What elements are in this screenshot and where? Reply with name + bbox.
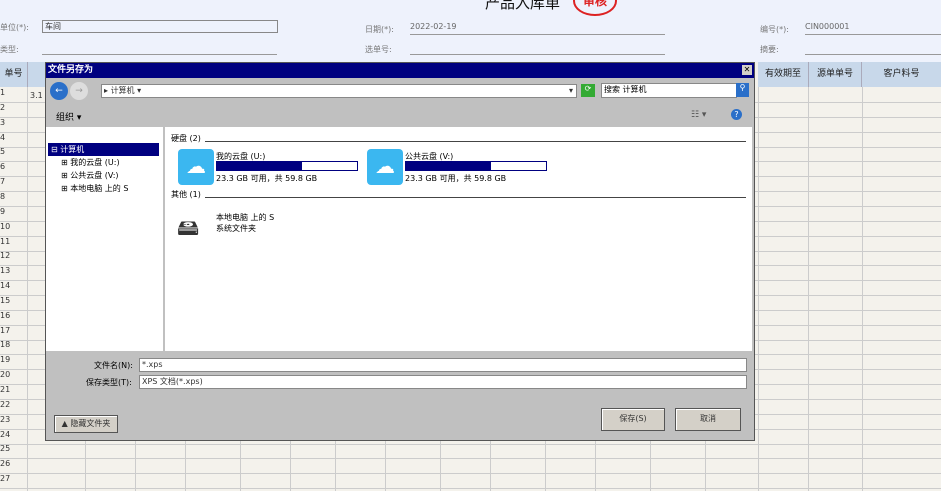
- search-input[interactable]: 搜索 计算机: [601, 83, 737, 98]
- row-number: 18: [0, 340, 11, 350]
- tree-label: 我的云盘 (U:): [70, 158, 120, 167]
- tree-item[interactable]: ⊞ 本地电脑 上的 S: [58, 182, 131, 195]
- back-icon[interactable]: ←: [50, 82, 68, 100]
- unit-field[interactable]: 车间: [42, 20, 278, 33]
- row-number: 11: [0, 236, 11, 246]
- tree-item[interactable]: ⊞ 公共云盘 (V:): [58, 169, 122, 182]
- date-label: 日期(*):: [365, 25, 394, 34]
- system-folder-icon: 🖴: [177, 216, 200, 241]
- row-number: 22: [0, 399, 11, 409]
- row-number: 25: [0, 444, 11, 454]
- row-number: 10: [0, 221, 11, 231]
- row-number: 17: [0, 325, 11, 335]
- row-number: 19: [0, 355, 11, 365]
- row-number: 15: [0, 295, 11, 305]
- tree-label: 公共云盘 (V:): [70, 171, 119, 180]
- select-label: 选单号:: [365, 45, 392, 54]
- row-number: 14: [0, 281, 11, 291]
- group-other: 其他 (1): [171, 190, 205, 199]
- header-source: 源单单号: [809, 62, 862, 87]
- dialog-title: 文件另存为: [48, 65, 94, 75]
- unit-label: 单位(*):: [0, 23, 29, 32]
- save-button[interactable]: 保存(S): [601, 408, 665, 431]
- drive-info: 23.3 GB 可用，共 59.8 GB: [405, 174, 507, 183]
- row-number: 12: [0, 251, 11, 261]
- nav-tree: ⊟ 计算机 ⊞ 我的云盘 (U:) ⊞ 公共云盘 (V:) ⊞ 本地电脑 上的 S: [46, 127, 163, 351]
- hide-folders-button[interactable]: ▲ 隐藏文件夹: [54, 415, 118, 433]
- select-field[interactable]: [410, 42, 665, 55]
- row-number: 6: [0, 162, 6, 172]
- row-number: 24: [0, 429, 11, 439]
- view-icon[interactable]: ☷ ▾: [691, 110, 706, 120]
- row-number: 23: [0, 414, 11, 424]
- row-number: 26: [0, 459, 11, 469]
- row-number: 3: [0, 117, 6, 127]
- search-icon[interactable]: ⚲: [736, 83, 749, 97]
- filename-input[interactable]: *.xps: [139, 358, 747, 372]
- cancel-button[interactable]: 取消: [675, 408, 741, 431]
- filename-label: 文件名(N):: [94, 361, 133, 370]
- save-as-dialog: 文件另存为 ✕ ← → ▸ 计算机 ▾ ▾ ⟳ 搜索 计算机 ⚲ 组织 ▾ ☷ ▾…: [45, 62, 755, 441]
- summary-field[interactable]: [805, 42, 941, 55]
- row-number: 21: [0, 385, 11, 394]
- table-row[interactable]: 25: [0, 444, 941, 460]
- organize-label: 组织: [56, 113, 75, 123]
- tree-item[interactable]: ⊞ 我的云盘 (U:): [58, 156, 123, 169]
- tree-label: 本地电脑 上的 S: [70, 184, 129, 193]
- drive-item[interactable]: ☁ 公共云盘 (V:) 23.3 GB 可用，共 59.8 GB: [367, 149, 552, 185]
- header-no: 单号: [0, 62, 28, 87]
- type-label: 类型:: [0, 45, 19, 54]
- tree-label: 计算机: [60, 145, 85, 154]
- table-row[interactable]: 27: [0, 474, 941, 490]
- drive-info: 23.3 GB 可用，共 59.8 GB: [216, 174, 318, 183]
- filetype-select[interactable]: XPS 文档(*.xps): [139, 375, 747, 389]
- no-field[interactable]: CIN000001: [805, 22, 941, 35]
- row-number: 20: [0, 370, 11, 380]
- address-bar[interactable]: ▸ 计算机 ▾ ▾: [101, 84, 577, 98]
- organize-menu[interactable]: 组织 ▾: [56, 110, 81, 123]
- row-number: 1: [0, 88, 6, 97]
- drive-usage-bar: [216, 161, 358, 171]
- row-number: 16: [0, 310, 11, 320]
- filetype-label: 保存类型(T):: [86, 378, 132, 387]
- row-number: 5: [0, 147, 6, 157]
- header-customer-code: 客户料号: [862, 62, 941, 87]
- date-field[interactable]: 2022-02-19: [410, 22, 665, 35]
- row-number: 13: [0, 266, 11, 276]
- row-number: 8: [0, 191, 6, 201]
- row-number: 4: [0, 132, 6, 142]
- page-title: 产品入库单: [485, 0, 561, 12]
- drive-usage-bar: [405, 161, 547, 171]
- table-row[interactable]: 26: [0, 459, 941, 475]
- file-view: 硬盘 (2) ☁ 我的云盘 (U:) 23.3 GB 可用，共 59.8 GB ☁ 公共…: [165, 127, 752, 351]
- cloud-drive-icon: ☁: [178, 149, 214, 185]
- header-expiry: 有效期至: [758, 62, 809, 87]
- row-number: 9: [0, 206, 6, 216]
- help-icon[interactable]: ?: [731, 109, 742, 120]
- no-label: 编号(*):: [760, 25, 789, 34]
- other-sub: 系统文件夹: [216, 224, 256, 233]
- hide-folders-label: 隐藏文件夹: [70, 419, 111, 428]
- refresh-icon[interactable]: ⟳: [581, 84, 595, 97]
- row-number: 7: [0, 177, 6, 187]
- drive-item[interactable]: ☁ 我的云盘 (U:) 23.3 GB 可用，共 59.8 GB: [178, 149, 363, 185]
- row-number: 27: [0, 474, 11, 484]
- close-icon[interactable]: ✕: [742, 65, 752, 75]
- type-field[interactable]: [42, 42, 277, 55]
- other-item[interactable]: 本地电脑 上的 S 系统文件夹: [216, 212, 274, 234]
- row-number: 2: [0, 102, 6, 112]
- title-bar: 文件另存为 ✕: [46, 63, 754, 78]
- summary-label: 摘要:: [760, 45, 779, 54]
- approved-stamp: 审核: [573, 0, 617, 16]
- address-text: 计算机: [110, 86, 135, 95]
- group-disks: 硬盘 (2): [171, 134, 205, 143]
- tree-item[interactable]: ⊟ 计算机: [48, 143, 159, 156]
- cloud-drive-icon: ☁: [367, 149, 403, 185]
- forward-icon[interactable]: →: [70, 82, 88, 100]
- other-name: 本地电脑 上的 S: [216, 213, 275, 222]
